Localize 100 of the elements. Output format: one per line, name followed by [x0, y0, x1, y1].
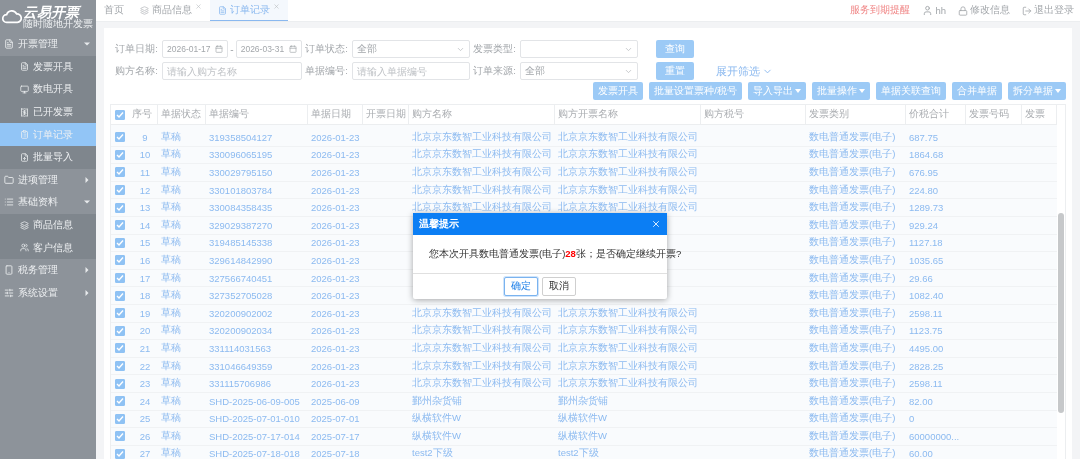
status-cell-text: 草稿 — [160, 130, 182, 144]
sidebar-subitem[interactable]: 数电开具 — [0, 78, 96, 101]
dialog-title: 温馨提示 — [419, 217, 459, 231]
close-icon[interactable] — [195, 3, 202, 10]
action-button[interactable]: 批量设置票种/税号 — [649, 82, 742, 100]
reset-button[interactable]: 重置 — [656, 62, 694, 80]
table-cell-text: 2025-07-17 — [310, 430, 361, 442]
filter-label: 订单状态: — [304, 42, 349, 56]
table-cell-text: 10 — [138, 149, 152, 161]
row-checkbox[interactable] — [115, 220, 125, 231]
table-cell-text: 数电普通发票(电子) — [808, 236, 897, 250]
column-header: 单据日期 — [308, 105, 363, 124]
row-checkbox[interactable] — [115, 255, 125, 266]
search-button[interactable]: 查询 — [656, 40, 694, 58]
row-checkbox[interactable] — [115, 449, 125, 459]
row-checkbox[interactable] — [115, 413, 125, 424]
row-checkbox[interactable] — [115, 167, 125, 178]
table-cell-text: 2026-01-23 — [310, 167, 361, 178]
row-checkbox[interactable] — [115, 237, 125, 248]
tab[interactable]: 首页 — [96, 0, 132, 21]
column-header: 发票类别 — [806, 105, 906, 124]
row-checkbox[interactable] — [115, 396, 125, 407]
status-cell-text: 草稿 — [160, 253, 182, 267]
table-cell-text: 22 — [138, 360, 152, 372]
row-checkbox[interactable] — [115, 325, 125, 336]
status-cell-text: 草稿 — [160, 394, 182, 408]
select-field[interactable]: 全部 — [352, 40, 470, 58]
action-button[interactable]: 发票开具 — [593, 82, 644, 100]
user-link[interactable]: hh — [916, 0, 952, 21]
action-button[interactable]: 批量操作 — [812, 82, 870, 100]
sidebar-subitem[interactable]: 发票开具 — [0, 55, 96, 79]
menu-icon — [20, 152, 29, 162]
table-cell-text: 1127.18 — [908, 237, 944, 249]
dialog-button[interactable]: 确定 — [504, 277, 538, 296]
cloud-logo-icon — [2, 8, 22, 25]
table-cell-text: 1123.75 — [908, 325, 944, 337]
row-checkbox[interactable] — [115, 343, 125, 354]
close-icon[interactable] — [651, 219, 661, 229]
edit-info-link[interactable]: 修改信息 — [952, 0, 1016, 21]
row-checkbox[interactable] — [115, 308, 125, 319]
select-field[interactable]: 全部 — [520, 62, 638, 80]
table-cell-text: 17 — [138, 272, 152, 284]
row-checkbox[interactable] — [115, 185, 125, 196]
date-field[interactable]: 2026-01-17 — [162, 40, 229, 58]
action-button[interactable]: 合并单据 — [952, 82, 1002, 100]
table-cell-text: 2026-01-23 — [310, 360, 361, 372]
table-cell-text: SHD-2025-07-17-014 — [208, 430, 301, 442]
table-cell-text: 数电普通发票(电子) — [808, 306, 897, 320]
range-separator: - — [230, 43, 234, 55]
row-checkbox[interactable] — [115, 202, 125, 213]
table-cell-text: 北京京东数智工业科技有限公司 — [557, 130, 699, 144]
table-cell-text: 2026-01-23 — [310, 272, 361, 284]
table-cell-text: 13 — [138, 202, 152, 214]
row-checkbox[interactable] — [115, 361, 125, 371]
row-checkbox[interactable] — [115, 378, 125, 389]
row-checkbox[interactable] — [115, 273, 125, 284]
row-checkbox[interactable] — [115, 431, 125, 442]
tab[interactable]: 订单记录 — [210, 0, 288, 21]
status-cell-text: 草稿 — [160, 166, 182, 179]
scrollbar-thumb[interactable] — [1058, 213, 1064, 413]
action-button[interactable]: 拆分单据 — [1008, 82, 1066, 100]
table-cell-text: 纵横软件W — [557, 412, 608, 426]
column-header: 购方税号 — [701, 105, 806, 124]
table-cell-text: SHD-2025-07-01-010 — [208, 413, 301, 425]
filter-label: 购方名称: — [114, 64, 159, 78]
table-cell-text: 224.80 — [908, 184, 940, 196]
sidebar-subitem[interactable]: 客户信息 — [0, 236, 96, 259]
table-cell-text: 4495.00 — [908, 342, 945, 354]
table-cell-text: 25 — [138, 413, 152, 425]
logout-icon — [1022, 5, 1032, 16]
caret-right-icon — [84, 267, 90, 274]
sidebar-subitem[interactable]: 订单记录 — [0, 123, 96, 146]
dialog-button[interactable]: 取消 — [542, 277, 576, 296]
table-cell-text: 21 — [138, 342, 152, 354]
action-button[interactable]: 单据关联查询 — [876, 82, 946, 100]
table-cell-text: 北京京东数智工业科技有限公司 — [557, 166, 699, 179]
close-icon[interactable] — [273, 3, 280, 10]
table-cell-text: 纵横软件W — [411, 412, 462, 426]
select-field[interactable] — [520, 40, 638, 58]
row-checkbox[interactable] — [115, 290, 125, 301]
status-cell-text: 草稿 — [160, 148, 182, 162]
select-all-checkbox[interactable] — [115, 109, 125, 120]
table-cell-text: 北京京东数智工业科技有限公司 — [557, 341, 699, 355]
date-field[interactable]: 2026-03-31 — [235, 40, 302, 58]
calendar-icon — [215, 45, 224, 53]
expiry-reminder-link[interactable]: 服务到期提醒 — [844, 0, 917, 21]
table-cell-text: 2026-01-23 — [310, 219, 361, 231]
action-button[interactable]: 导入导出 — [748, 82, 806, 100]
sidebar-subitem[interactable]: 已开发票 — [0, 100, 96, 124]
table-cell-text: 数电普通发票(电子) — [808, 412, 897, 426]
table-cell-text: 2026-01-23 — [310, 131, 361, 143]
logout-link[interactable]: 退出登录 — [1016, 0, 1080, 21]
expand-filter-link[interactable]: 展开筛选 — [716, 63, 806, 79]
sidebar-subitem[interactable]: 批量导入 — [0, 145, 96, 169]
table-cell-text: 327566740451 — [208, 272, 274, 284]
row-checkbox[interactable] — [115, 132, 125, 143]
table-cell-text: 331046649359 — [208, 360, 274, 372]
sidebar-subitem[interactable]: 商品信息 — [0, 213, 96, 237]
row-checkbox[interactable] — [115, 149, 125, 160]
tab[interactable]: 商品信息 — [132, 0, 210, 21]
